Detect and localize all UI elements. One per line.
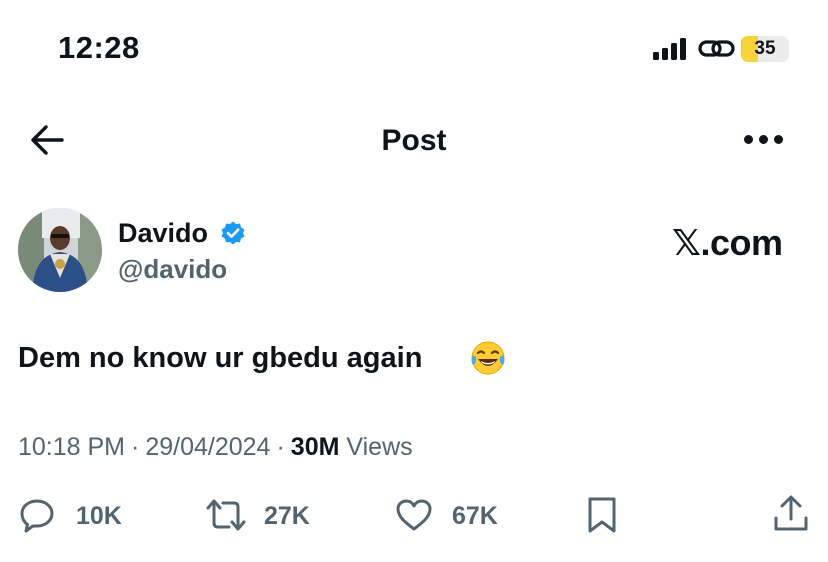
- reply-icon[interactable]: [18, 496, 56, 534]
- link-icon: [698, 36, 736, 60]
- like-icon[interactable]: [394, 496, 434, 534]
- post-date: 29/04/2024: [145, 433, 271, 461]
- author-handle[interactable]: @davido: [118, 254, 227, 285]
- like-count[interactable]: 67K: [452, 502, 498, 531]
- post-time: 10:18 PM: [18, 433, 126, 461]
- more-options-icon[interactable]: [744, 135, 784, 145]
- battery-icon: 35: [741, 36, 789, 62]
- watermark-domain: .com: [700, 222, 784, 263]
- reply-count[interactable]: 10K: [76, 502, 122, 531]
- x-com-watermark: 𝕏.com: [672, 222, 783, 264]
- author-name[interactable]: Davido: [118, 218, 208, 249]
- signal-bars-icon: [653, 38, 691, 60]
- status-time: 12:28: [58, 30, 140, 65]
- verified-badge-icon: [220, 220, 246, 246]
- bookmark-icon[interactable]: [584, 495, 622, 533]
- repost-icon[interactable]: [203, 496, 249, 534]
- battery-level: 35: [754, 38, 776, 59]
- post-meta: 10:18 PM · 29/04/2024 · 30M Views: [18, 433, 413, 462]
- meta-separator: ·: [131, 433, 140, 461]
- tears-of-joy-emoji-icon: [469, 339, 507, 377]
- post-text: Dem no know ur gbedu again: [18, 342, 423, 374]
- meta-separator: ·: [276, 433, 285, 461]
- repost-count[interactable]: 27K: [264, 502, 310, 531]
- x-logo-glyph: 𝕏: [672, 223, 701, 264]
- avatar[interactable]: [18, 208, 102, 292]
- share-icon[interactable]: [772, 494, 810, 532]
- views-label[interactable]: Views: [346, 433, 412, 461]
- page-title: Post: [381, 124, 447, 157]
- views-count[interactable]: 30M: [291, 433, 340, 461]
